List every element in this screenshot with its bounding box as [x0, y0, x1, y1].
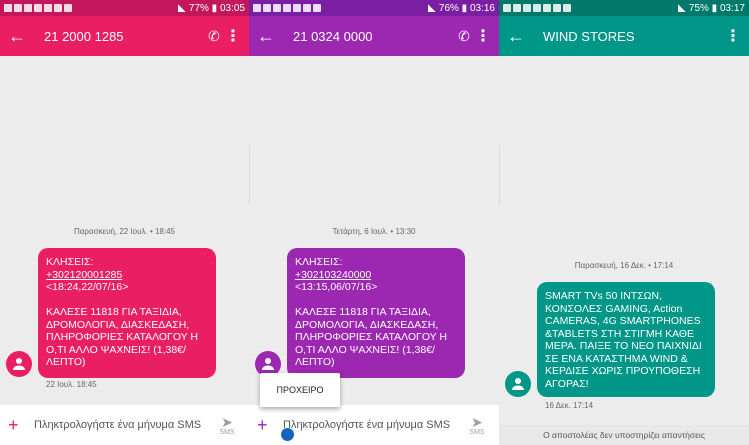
send-icon: ➤ [471, 413, 483, 430]
notification-icons [503, 4, 571, 12]
signal-icon [677, 4, 686, 12]
conversation-screen-3: 75% ▮ 03:17 ← WIND STORES ⋮ Παρασκευή, 1… [499, 0, 749, 445]
message-bubble[interactable]: SMART TVs 50 ΙΝΤΣΩΝ, ΚΟΝΣΟΛΕΣ GAMING, Ac… [537, 282, 715, 397]
no-reply-notice: Ο αποστολέας δεν υποστηρίζει απαντήσεις [499, 425, 749, 445]
message-text: <18:24,22/07/16> ΚΑΛΕΣΕ 11818 ΓΙΑ ΤΑΞΙΔΙ… [46, 281, 198, 368]
clipboard-popup[interactable]: ΠΡΟΧΕΙΡΟ [260, 373, 340, 407]
conversation-title: 21 0324 0000 [293, 28, 373, 44]
notification-icon [503, 4, 511, 12]
status-right: 75% ▮ 03:17 [677, 2, 745, 14]
notification-icon [14, 4, 22, 12]
message-prefix: ΚΛΗΣΕΙΣ: [295, 256, 343, 268]
status-right: 77% ▮ 03:05 [177, 2, 245, 14]
notification-icon [533, 4, 541, 12]
notification-icon [54, 4, 62, 12]
app-bar: ← 21 0324 0000 ✆ ⋮ [249, 16, 499, 56]
message-bubble[interactable]: ΚΛΗΣΕΙΣ: +302103240000 <13:15,06/07/16> … [287, 248, 465, 378]
message-time: 22 Ιουλ. 18:45 [46, 380, 97, 389]
notification-icon [553, 4, 561, 12]
notification-icon [513, 4, 521, 12]
notification-icons [253, 4, 321, 12]
message-bubble[interactable]: ΚΛΗΣΕΙΣ: +302120001285 <18:24,22/07/16> … [38, 248, 216, 378]
conversation-title: 21 2000 1285 [44, 28, 124, 44]
send-label: SMS [469, 428, 485, 436]
notification-icon [253, 4, 261, 12]
back-arrow-icon[interactable]: ← [8, 27, 36, 45]
notification-icon [563, 4, 571, 12]
send-button[interactable]: ➤ SMS [213, 415, 241, 436]
message-phone-link[interactable]: +302120001285 [46, 269, 122, 281]
scroll-divider [499, 145, 500, 205]
status-bar: 76% ▮ 03:16 [249, 0, 499, 16]
conversation-title: WIND STORES [543, 28, 635, 44]
message-prefix: ΚΛΗΣΕΙΣ: [46, 256, 94, 268]
person-icon[interactable] [505, 371, 531, 397]
send-label: SMS [219, 428, 235, 436]
person-icon[interactable] [6, 351, 32, 377]
notification-icon [64, 4, 72, 12]
more-vert-icon[interactable]: ⋮ [475, 26, 491, 46]
scroll-divider [249, 145, 250, 205]
message-input[interactable]: Πληκτρολογήστε ένα μήνυμα SMS [30, 419, 213, 432]
notification-icon [313, 4, 321, 12]
signal-icon [427, 4, 436, 12]
notification-icon [283, 4, 291, 12]
notification-icon [44, 4, 52, 12]
screens-container: 77% ▮ 03:05 ← 21 2000 1285 ✆ ⋮ Παρασκευή… [0, 0, 749, 445]
notification-icon [523, 4, 531, 12]
send-icon: ➤ [221, 413, 233, 430]
notification-icon [34, 4, 42, 12]
phone-icon[interactable]: ✆ [203, 28, 225, 45]
status-right: 76% ▮ 03:16 [427, 2, 495, 14]
app-bar: ← WIND STORES ⋮ [499, 16, 749, 56]
message-time: 16 Δεκ. 17:14 [545, 401, 594, 410]
notification-icon [303, 4, 311, 12]
notification-icon [263, 4, 271, 12]
date-stamp: Τετάρτη, 6 Ιουλ. • 13:30 [332, 227, 416, 236]
notification-icon [4, 4, 12, 12]
status-bar: 75% ▮ 03:17 [499, 0, 749, 16]
message-input[interactable]: Πληκτρολογήστε ένα μήνυμα SMS [279, 419, 463, 432]
notification-icon [273, 4, 281, 12]
send-button[interactable]: ➤ SMS [463, 415, 491, 436]
more-vert-icon[interactable]: ⋮ [725, 26, 741, 46]
message-text: <13:15,06/07/16> ΚΑΛΕΣΕ 11818 ΓΙΑ ΤΑΞΙΔΙ… [295, 281, 447, 368]
notification-icon [293, 4, 301, 12]
app-bar: ← 21 2000 1285 ✆ ⋮ [0, 16, 249, 56]
conversation-screen-1: 77% ▮ 03:05 ← 21 2000 1285 ✆ ⋮ Παρασκευή… [0, 0, 249, 445]
signal-icon [177, 4, 186, 12]
add-icon[interactable]: + [8, 415, 30, 436]
notification-icon [24, 4, 32, 12]
date-stamp: Παρασκευή, 22 Ιουλ. • 18:45 [73, 227, 175, 236]
status-bar: 77% ▮ 03:05 [0, 0, 249, 16]
battery-time: 76% ▮ 03:16 [438, 2, 495, 14]
battery-time: 75% ▮ 03:17 [688, 2, 745, 14]
phone-icon[interactable]: ✆ [453, 28, 475, 45]
add-icon[interactable]: + [257, 415, 279, 436]
back-arrow-icon[interactable]: ← [257, 27, 285, 45]
battery-time: 77% ▮ 03:05 [188, 2, 245, 14]
message-phone-link[interactable]: +302103240000 [295, 269, 371, 281]
touch-cursor [281, 428, 294, 441]
notification-icons [4, 4, 72, 12]
notification-icon [543, 4, 551, 12]
more-vert-icon[interactable]: ⋮ [225, 26, 241, 46]
back-arrow-icon[interactable]: ← [507, 27, 535, 45]
composer: + Πληκτρολογήστε ένα μήνυμα SMS ➤ SMS [0, 405, 249, 445]
date-stamp: Παρασκευή, 16 Δεκ. • 17:14 [574, 261, 674, 270]
